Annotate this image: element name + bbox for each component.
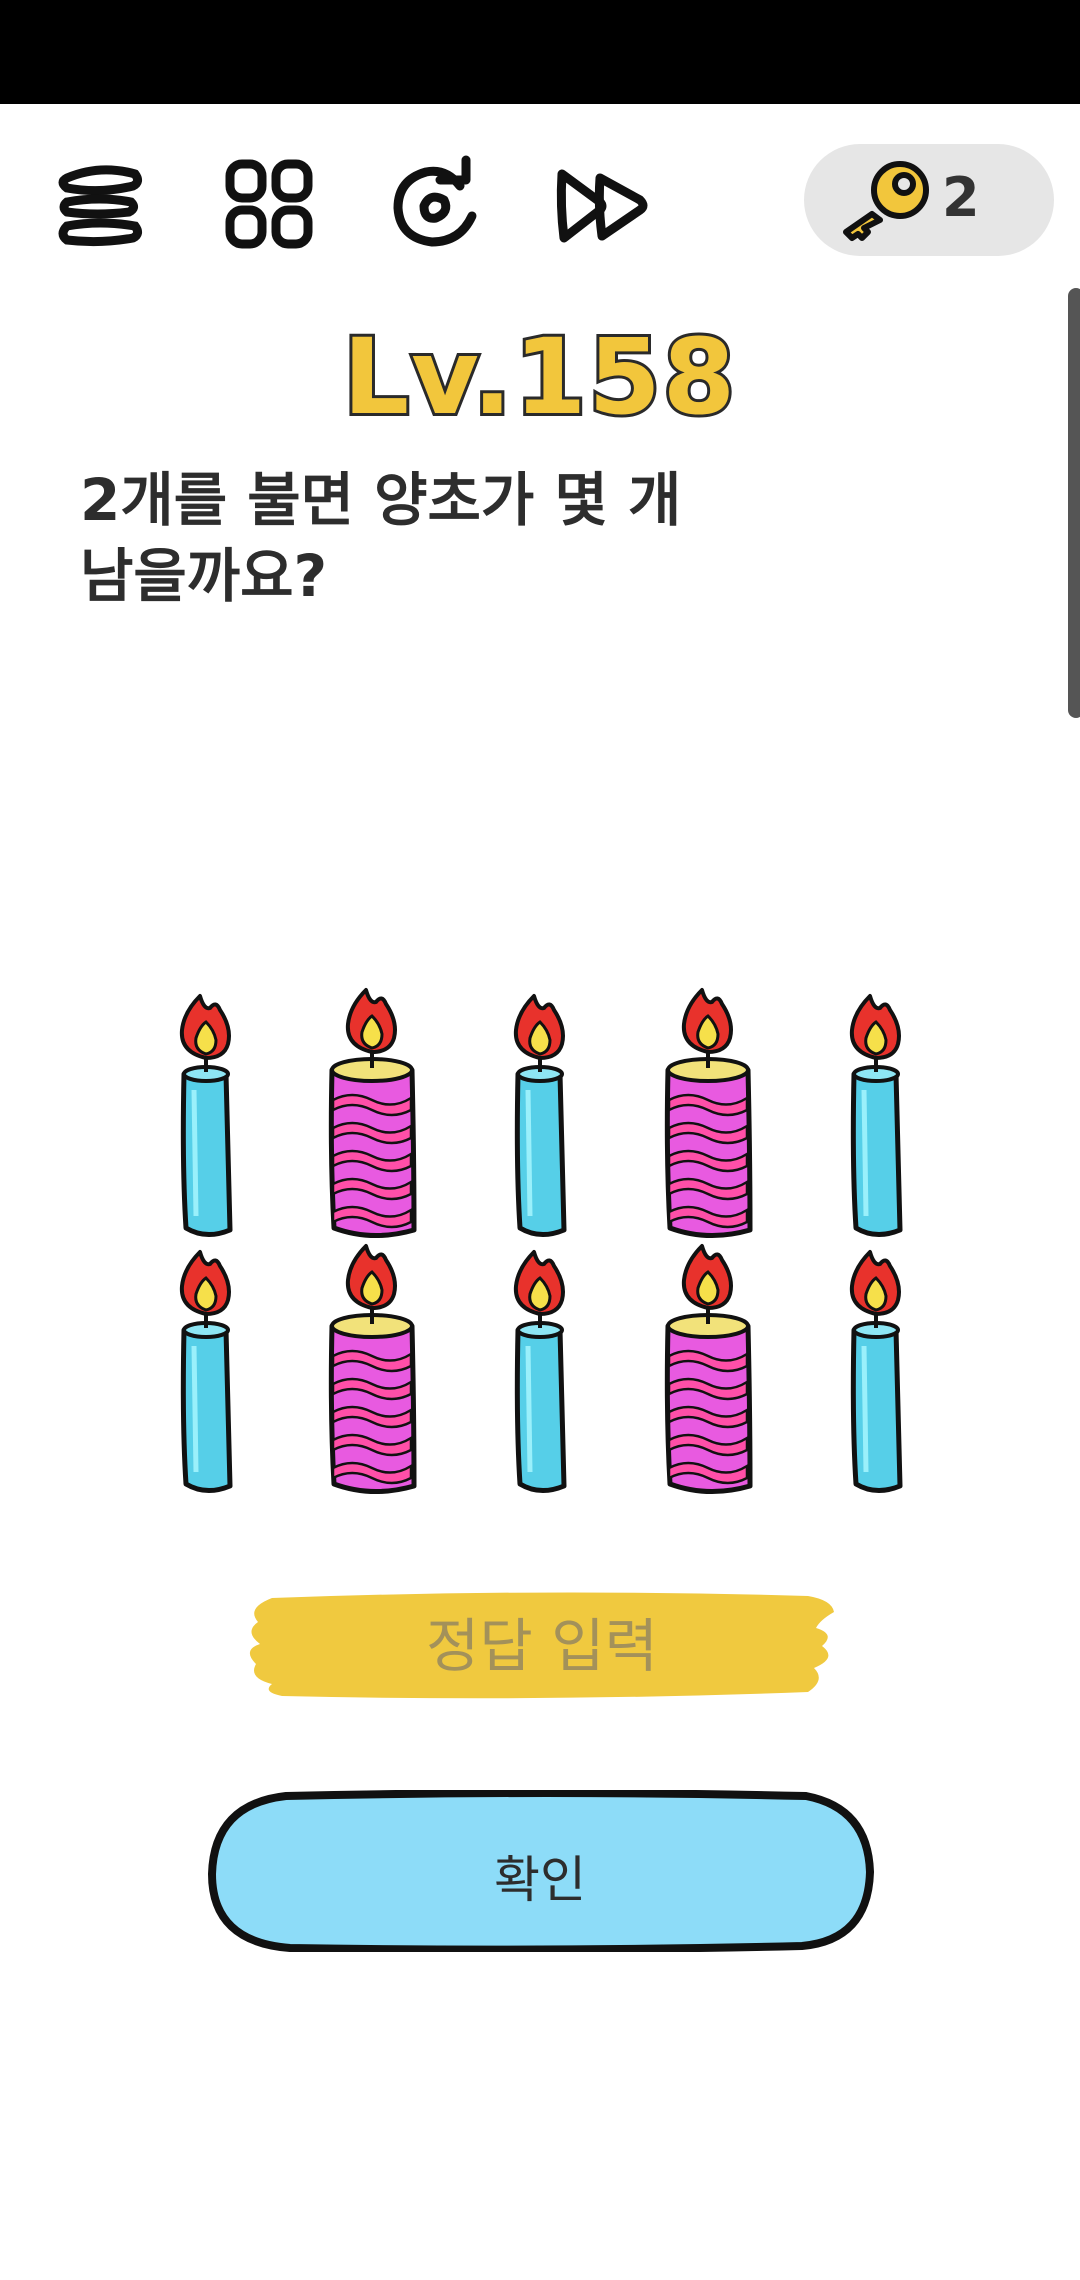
- menu-icon: [58, 165, 143, 247]
- confirm-label: 확인: [494, 1851, 586, 1909]
- blue-candle[interactable]: [849, 1250, 903, 1493]
- blue-candle[interactable]: [513, 994, 567, 1237]
- menu-button[interactable]: [45, 150, 155, 260]
- answer-input[interactable]: [282, 1600, 802, 1692]
- key-icon: [843, 161, 929, 241]
- status-bar: [0, 0, 1080, 104]
- hint-key-counter[interactable]: 2: [804, 144, 1054, 256]
- grid-icon: [225, 159, 313, 249]
- pink-candle[interactable]: [328, 988, 417, 1238]
- level-select-button[interactable]: [214, 150, 324, 260]
- blue-candle[interactable]: [179, 994, 233, 1237]
- blue-candle[interactable]: [513, 1250, 567, 1493]
- restart-button[interactable]: [380, 150, 490, 260]
- key-count: 2: [942, 166, 980, 229]
- fast-forward-icon: [556, 169, 648, 243]
- question-text: 2개를 불면 양초가 몇 개 남을까요?: [80, 466, 682, 610]
- answer-field[interactable]: [242, 1588, 838, 1702]
- blue-candle[interactable]: [849, 994, 903, 1237]
- confirm-button[interactable]: 확인: [206, 1790, 874, 1952]
- pink-candle[interactable]: [328, 1244, 417, 1494]
- pink-candle[interactable]: [664, 988, 753, 1238]
- skip-button[interactable]: [548, 150, 658, 260]
- level-title: Lv.158: [340, 313, 738, 441]
- pink-candle[interactable]: [664, 1244, 753, 1494]
- refresh-icon: [393, 155, 477, 247]
- toolbar: 2: [0, 130, 1080, 280]
- blue-candle[interactable]: [179, 1250, 233, 1493]
